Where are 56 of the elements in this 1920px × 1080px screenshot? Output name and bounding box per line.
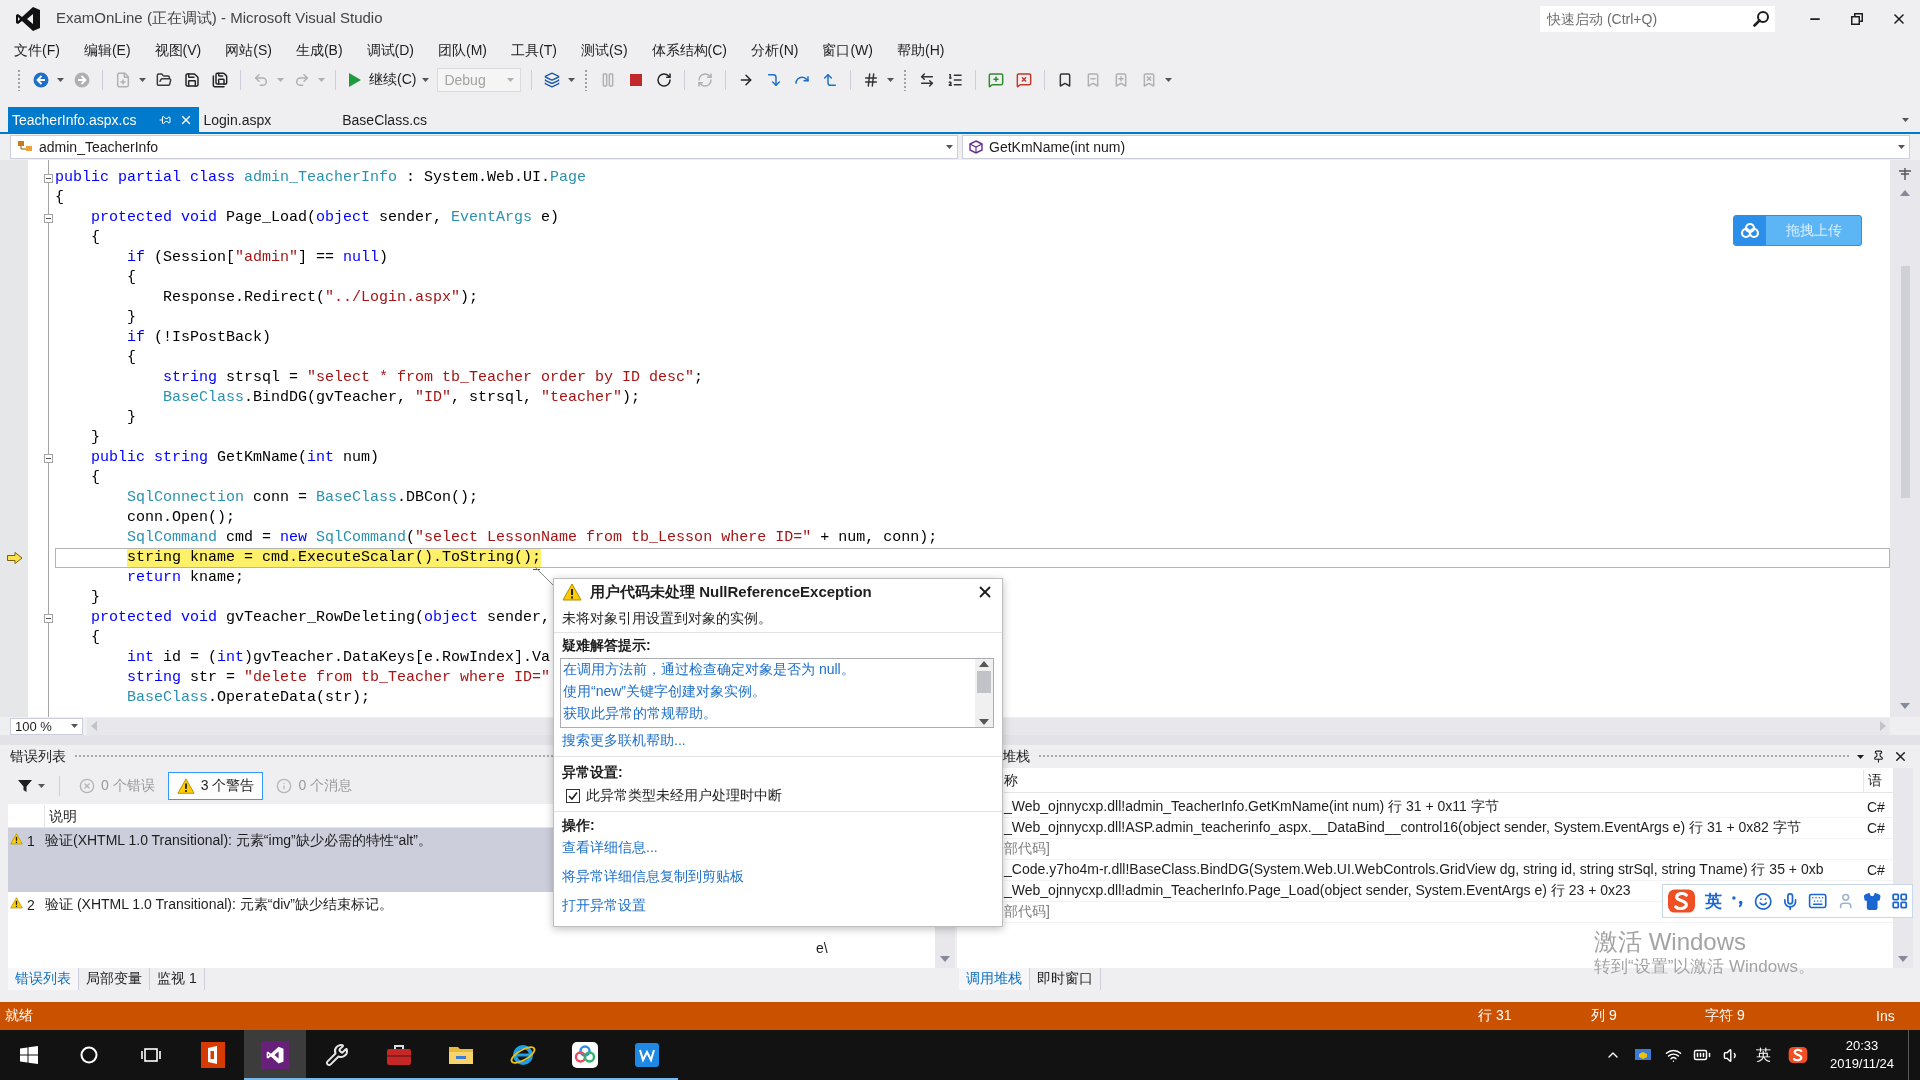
activation-text: 转到“设置”以激活 Windows。 <box>1594 956 1815 978</box>
code-line: protected void gvTeacher_RowDeleting(object sender, <box>91 609 551 627</box>
frame-language: C# <box>1867 799 1885 815</box>
code-line: return kname; <box>127 569 245 587</box>
code-line: SqlConnection conn = BaseClass.DBCon(); <box>127 489 479 507</box>
line-indicator: 行 31 <box>1478 1007 1513 1025</box>
code-line: { <box>91 629 100 647</box>
row-number: 1 <box>27 833 35 849</box>
code-line: } <box>127 409 136 427</box>
code-line: protected void Page_Load(object sender, EventArgs e) <box>91 209 560 227</box>
exception-title: 用户代码未处理 NullReferenceException <box>590 582 872 602</box>
status-text: 就绪 <box>5 1007 33 1025</box>
code-line: string strsql = "select * from tb_Teacher order by ID desc"; <box>163 369 704 387</box>
external-code-label: 部代码] <box>1004 840 1051 858</box>
code-line: public string GetKmName(int num) <box>91 449 380 467</box>
section-heading: 疑难解答提示: <box>562 637 651 655</box>
code-line: { <box>127 349 136 367</box>
section-heading: 异常设置: <box>562 764 623 782</box>
column-indicator: 列 9 <box>1591 1007 1618 1025</box>
window-title: ExamOnLine (正在调试) - Microsoft Visual Studio <box>56 9 383 28</box>
code-line: SqlCommand cmd = new SqlCommand("select LessonName from tb_Lesson where ID=" + num, conn); <box>127 529 938 547</box>
activation-title: 激活 Windows <box>1594 928 1748 956</box>
code-line: int id = (int)gvTeacher.DataKeys[e.RowIndex].Va <box>127 649 551 667</box>
external-code-label: 部代码] <box>1004 903 1051 921</box>
code-line: if (!IsPostBack) <box>127 329 272 347</box>
row-number: 2 <box>27 897 35 913</box>
code-line: if (Session["admin"] == null) <box>127 249 389 267</box>
code-line: { <box>91 469 100 487</box>
stack-frame-name: _Web_ojnnycxp.dll!admin_TeacherInfo.GetKmName(int num) 行 31 + 0x11 字节 <box>1004 798 1500 816</box>
code-line: } <box>127 309 136 327</box>
code-line: { <box>127 269 136 287</box>
code-line: BaseClass.OperateData(str); <box>127 689 371 707</box>
stack-frame-name: _Web_ojnnycxp.dll!ASP.admin_teacherinfo_aspx.__DataBind__control16(object sender, System.EventArgs e) 行 31 + 0x82 字节 <box>1004 819 1802 837</box>
error-description: 验证 (XHTML 1.0 Transitional): 元素“div”缺少结束标记。 <box>45 896 393 912</box>
stack-frame-name: _Code.y7ho4m-r.dll!BaseClass.BindDG(System.Web.UI.WebControls.GridView dg, string id, string strSql, string Tname) 行 35 + 0xb <box>1004 861 1825 879</box>
clock-time: 20:33 <box>1845 1037 1879 1055</box>
code-line: BaseClass.BindDG(gvTeacher, "ID", strsql, "teacher"); <box>163 389 641 407</box>
code-line: public partial class admin_TeacherInfo : System.Web.UI.Page <box>55 169 587 187</box>
code-line: conn.Open(); <box>127 509 236 527</box>
frame-language: C# <box>1867 820 1885 836</box>
code-line: } <box>91 429 100 447</box>
code-line: string str = "delete from tb_Teacher where ID=" <box>127 669 551 687</box>
file-path-fragment: e\ <box>816 940 828 956</box>
code-line: { <box>55 189 64 207</box>
character-indicator: 字符 9 <box>1705 1007 1746 1025</box>
code-line: { <box>91 229 100 247</box>
code-line: } <box>91 589 100 607</box>
clock-date: 2019/11/24 <box>1829 1055 1895 1073</box>
stack-frame-name: _Web_ojnnycxp.dll!admin_TeacherInfo.Page_Load(object sender, System.EventArgs e) 行 23 + 0x23 <box>1004 882 1632 900</box>
insert-mode-indicator: Ins <box>1876 1008 1896 1024</box>
code-line: Response.Redirect("../Login.aspx"); <box>163 289 479 307</box>
frame-language: C# <box>1867 862 1885 878</box>
error-description: 验证(XHTML 1.0 Transitional): 元素“img”缺少必需的特性“alt”。 <box>45 832 432 848</box>
exception-message: 未将对象引用设置到对象的实例。 <box>562 609 772 628</box>
panel-title: 错误列表 <box>10 747 66 766</box>
panel-title: 堆栈 <box>1002 747 1030 766</box>
